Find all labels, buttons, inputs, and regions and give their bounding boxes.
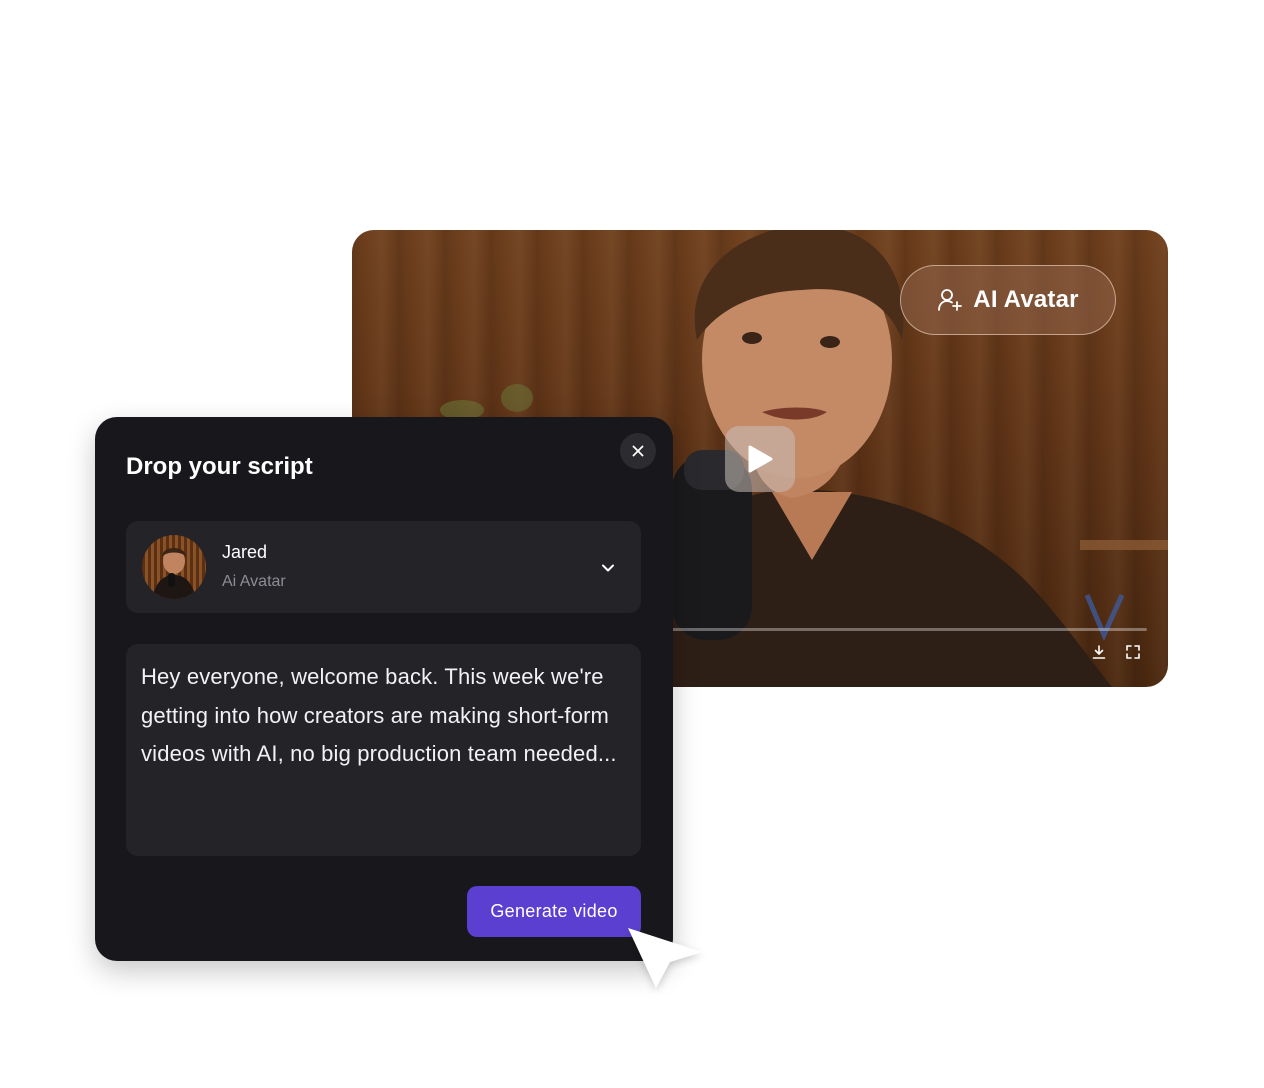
play-button[interactable] bbox=[725, 426, 795, 492]
download-button[interactable] bbox=[1089, 642, 1109, 662]
avatar-name: Jared bbox=[222, 542, 268, 562]
script-textarea[interactable]: Hey everyone, welcome back. This week we… bbox=[126, 644, 641, 856]
fullscreen-icon bbox=[1126, 645, 1140, 659]
close-button[interactable] bbox=[620, 433, 656, 469]
video-progress-bar[interactable] bbox=[672, 628, 1147, 631]
ai-avatar-badge-label: AI Avatar bbox=[973, 286, 1079, 313]
user-sparkle-icon bbox=[937, 287, 963, 313]
download-icon bbox=[1092, 645, 1106, 659]
fullscreen-button[interactable] bbox=[1123, 642, 1143, 662]
script-text: Hey everyone, welcome back. This week we… bbox=[141, 664, 617, 766]
play-icon bbox=[748, 445, 773, 473]
close-icon bbox=[632, 445, 644, 457]
chevron-down-icon[interactable] bbox=[598, 558, 618, 578]
avatar-type: Ai Avatar bbox=[222, 573, 286, 590]
avatar-selector[interactable]: Jared Ai Avatar bbox=[126, 521, 641, 613]
panel-title: Drop your script bbox=[126, 453, 313, 480]
script-panel: Drop your script Jared Ai Avatar Hey eve… bbox=[95, 417, 673, 961]
generate-video-button[interactable]: Generate video bbox=[467, 886, 641, 937]
ai-avatar-badge: AI Avatar bbox=[900, 265, 1116, 335]
avatar bbox=[142, 535, 206, 599]
cursor-icon bbox=[628, 928, 702, 988]
